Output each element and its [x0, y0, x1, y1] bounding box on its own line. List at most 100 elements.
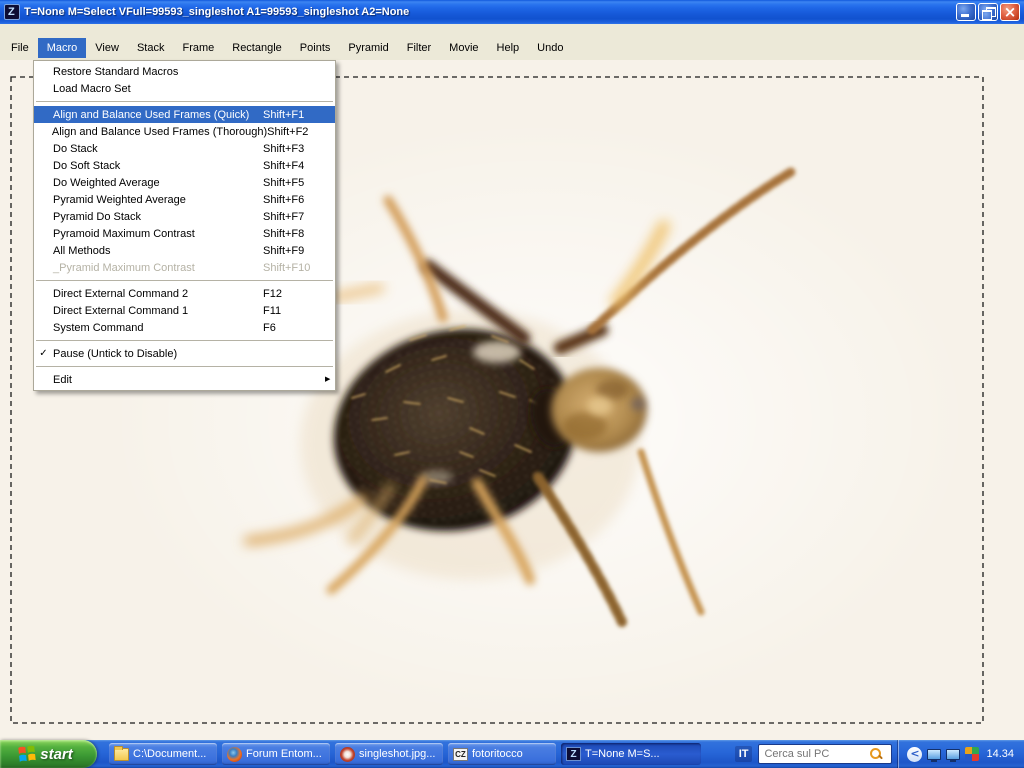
taskbar-button-label: fotoritocco [472, 748, 523, 760]
taskbar-button-label: C:\Document... [133, 748, 206, 760]
folder-icon [114, 748, 129, 761]
menu-item-label: Align and Balance Used Frames (Thorough) [52, 126, 267, 138]
macro-menu-item[interactable]: Direct External Command 1F11 [34, 302, 335, 319]
taskbar-button[interactable]: Forum Entom... [222, 743, 330, 765]
menu-item-shortcut: Shift+F8 [263, 228, 325, 240]
taskbar-tasks: C:\Document... Forum Entom... singleshot.j… [109, 743, 701, 765]
menu-item-shortcut: Shift+F5 [263, 177, 325, 189]
menu-item-label: Direct External Command 1 [53, 305, 263, 317]
menu-item-shortcut: F12 [263, 288, 325, 300]
windows-flag-icon [18, 745, 36, 763]
menu-item-label: Do Stack [53, 143, 263, 155]
language-indicator[interactable]: IT [735, 746, 753, 762]
macro-menu-item[interactable]: System CommandF6 [34, 319, 335, 336]
menu-undo[interactable]: Undo [528, 38, 572, 58]
system-tray: < 14.34 [898, 740, 1024, 768]
menu-item-label: Do Soft Stack [53, 160, 263, 172]
taskbar-button[interactable]: C:\Document... [109, 743, 217, 765]
macro-menu-item[interactable]: Restore Standard Macros [34, 63, 335, 80]
macro-menu-item[interactable]: Direct External Command 2F12 [34, 285, 335, 302]
macro-menu-item[interactable]: Pyramoid Maximum ContrastShift+F8 [34, 225, 335, 242]
macro-menu-item[interactable]: Pyramid Weighted AverageShift+F6 [34, 191, 335, 208]
menu-pyramid[interactable]: Pyramid [339, 38, 397, 58]
menu-item-label: Direct External Command 2 [53, 288, 263, 300]
tray-chevron-icon[interactable]: < [907, 747, 922, 762]
macro-menu-item[interactable]: Load Macro Set [34, 80, 335, 97]
macro-menu-item[interactable]: ✓Pause (Untick to Disable) [34, 345, 335, 362]
menu-item-label: Pyramoid Maximum Contrast [53, 228, 263, 240]
desktop-search-box [758, 744, 892, 764]
macro-menu-item: _Pyramid Maximum ContrastShift+F10 [34, 259, 335, 276]
search-input[interactable] [764, 748, 869, 760]
menu-separator [36, 366, 333, 367]
menu-macro[interactable]: Macro [38, 38, 87, 58]
menu-item-shortcut: Shift+F4 [263, 160, 325, 172]
macro-menu-item[interactable]: Edit ▶ [34, 371, 335, 388]
antivirus-icon[interactable] [965, 747, 979, 761]
window-titlebar: T=None M=Select VFull=99593_singleshot A… [0, 0, 1024, 24]
network-icon[interactable] [927, 749, 941, 760]
menu-item-label: Pyramid Weighted Average [53, 194, 263, 206]
menu-view[interactable]: View [86, 38, 128, 58]
menu-item-shortcut: Shift+F1 [263, 109, 325, 121]
macro-menu-item[interactable]: Do Weighted AverageShift+F5 [34, 174, 335, 191]
taskbar-clock[interactable]: 14.34 [984, 748, 1018, 760]
taskbar: start C:\Document... Forum Entom... single… [0, 740, 1024, 768]
menu-bar: FileMacroViewStackFrameRectanglePointsPy… [0, 24, 1024, 60]
menu-item-shortcut: Shift+F10 [263, 262, 325, 274]
menu-separator [36, 340, 333, 341]
menu-movie[interactable]: Movie [440, 38, 487, 58]
macro-menu: Restore Standard Macros Load Macro Set Ali… [33, 60, 336, 391]
cz-icon [453, 748, 468, 761]
menu-help[interactable]: Help [488, 38, 529, 58]
menu-rectangle[interactable]: Rectangle [223, 38, 291, 58]
desktop: T=None M=Select VFull=99593_singleshot A… [0, 0, 1024, 768]
taskbar-button[interactable]: singleshot.jpg... [335, 743, 443, 765]
menu-item-label: All Methods [53, 245, 263, 257]
menu-item-shortcut: Shift+F6 [263, 194, 325, 206]
image-viewer-icon [340, 747, 355, 762]
menu-points[interactable]: Points [291, 38, 340, 58]
submenu-arrow-icon: ▶ [325, 371, 335, 388]
menu-item-shortcut: Shift+F3 [263, 143, 325, 155]
macro-menu-item[interactable]: All MethodsShift+F9 [34, 242, 335, 259]
start-button[interactable]: start [0, 740, 97, 768]
menu-item-label: Restore Standard Macros [53, 66, 263, 78]
start-label: start [40, 746, 79, 763]
restore-button[interactable] [978, 3, 998, 21]
taskbar-button-label: T=None M=S... [585, 748, 660, 760]
search-icon[interactable] [869, 747, 883, 761]
menu-item-label: _Pyramid Maximum Contrast [53, 262, 263, 274]
menu-stack[interactable]: Stack [128, 38, 174, 58]
macro-menu-item[interactable]: Do StackShift+F3 [34, 140, 335, 157]
taskbar-button-label: singleshot.jpg... [359, 748, 435, 760]
menu-item-shortcut: F11 [263, 305, 325, 317]
check-icon: ✓ [34, 345, 53, 362]
menu-item-shortcut: Shift+F7 [263, 211, 325, 223]
minimize-button[interactable] [956, 3, 976, 21]
menu-item-label: Edit [53, 374, 263, 386]
menu-item-label: System Command [53, 322, 263, 334]
network-icon[interactable] [946, 749, 960, 760]
menu-item-shortcut: Shift+F2 [267, 126, 325, 138]
menu-filter[interactable]: Filter [398, 38, 440, 58]
menu-file[interactable]: File [2, 38, 38, 58]
macro-menu-item[interactable]: Align and Balance Used Frames (Quick)Shi… [34, 106, 335, 123]
macro-menu-item[interactable]: Align and Balance Used Frames (Thorough)… [34, 123, 335, 140]
menu-item-shortcut: Shift+F9 [263, 245, 325, 257]
macro-menu-item[interactable]: Pyramid Do StackShift+F7 [34, 208, 335, 225]
firefox-icon [227, 747, 242, 762]
window-title: T=None M=Select VFull=99593_singleshot A… [24, 6, 956, 18]
menu-separator [36, 101, 333, 102]
taskbar-button[interactable]: T=None M=S... [561, 743, 701, 765]
menu-item-label: Pyramid Do Stack [53, 211, 263, 223]
menu-item-label: Pause (Untick to Disable) [53, 348, 263, 360]
taskbar-button[interactable]: fotoritocco [448, 743, 556, 765]
close-button[interactable] [1000, 3, 1020, 21]
menu-frame[interactable]: Frame [173, 38, 223, 58]
menu-item-label: Align and Balance Used Frames (Quick) [53, 109, 263, 121]
menu-item-label: Do Weighted Average [53, 177, 263, 189]
combinez-app-icon [4, 4, 20, 20]
macro-menu-item[interactable]: Do Soft StackShift+F4 [34, 157, 335, 174]
menu-item-label: Load Macro Set [53, 83, 263, 95]
